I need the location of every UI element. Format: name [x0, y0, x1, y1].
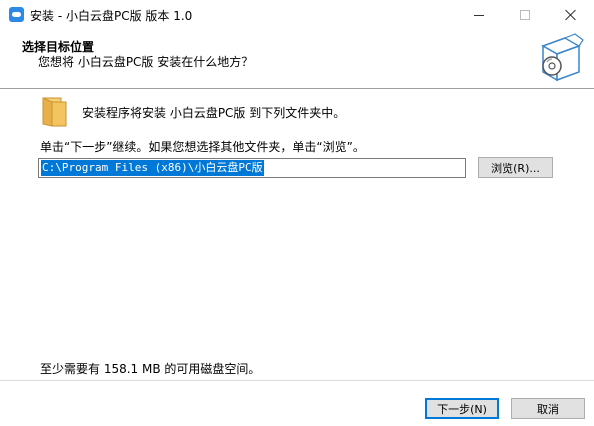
- maximize-icon: [520, 10, 530, 20]
- header-divider-highlight: [0, 89, 594, 90]
- disk-space-text: 至少需要有 158.1 MB 的可用磁盘空间。: [40, 362, 261, 376]
- close-icon: [565, 9, 577, 21]
- installer-box-icon: [541, 33, 584, 82]
- window-title: 安装 - 小白云盘PC版 版本 1.0: [30, 9, 193, 23]
- wizard-header: 选择目标位置 您想将 小白云盘PC版 安装在什么地方？: [0, 30, 594, 88]
- footer-divider: [0, 380, 594, 381]
- minimize-icon: [474, 14, 484, 16]
- cloud-app-icon: [9, 7, 24, 22]
- maximize-button: [502, 0, 548, 30]
- browse-button[interactable]: 浏览(R)...: [478, 157, 553, 178]
- close-button[interactable]: [548, 0, 594, 30]
- instruction-text: 单击“下一步”继续。如果您想选择其他文件夹，单击“浏览”。: [40, 140, 365, 154]
- install-info-text: 安装程序将安装 小白云盘PC版 到下列文件夹中。: [82, 106, 346, 120]
- next-button[interactable]: 下一步(N): [425, 398, 499, 419]
- title-bar[interactable]: 安装 - 小白云盘PC版 版本 1.0: [0, 0, 594, 30]
- install-path-value: C:\Program Files (x86)\小白云盘PC版: [41, 160, 264, 176]
- minimize-button[interactable]: [456, 0, 502, 30]
- folder-icon: [42, 97, 67, 127]
- cancel-button[interactable]: 取消: [511, 398, 585, 419]
- page-subtitle: 您想将 小白云盘PC版 安装在什么地方？: [38, 55, 254, 69]
- install-path-input[interactable]: C:\Program Files (x86)\小白云盘PC版: [38, 158, 466, 178]
